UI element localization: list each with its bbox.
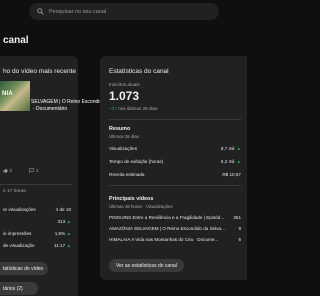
thumbnail-text: NIA bbox=[2, 91, 13, 97]
arrow-up-icon: ▲ bbox=[66, 219, 71, 224]
comments-button[interactable]: tários (2) bbox=[0, 282, 38, 295]
channel-stats-card: Estatísticas do canal Inscritos atuais 1… bbox=[100, 56, 247, 280]
top-video-row[interactable]: HIMALAIA A Vida nas Montanhas do Céu · D… bbox=[109, 237, 241, 245]
top-videos-heading: Principais vídeos bbox=[109, 196, 154, 202]
comment-icon bbox=[29, 168, 35, 173]
search-input[interactable]: Pesquisar no seu canal bbox=[49, 9, 106, 15]
like-icon bbox=[3, 168, 8, 173]
top-video-row[interactable]: PINGUINS Entre a Resiliência e a Fragili… bbox=[109, 215, 241, 223]
metric-row: or visualizações 4 de 10 bbox=[3, 207, 71, 212]
latest-video-header: ho do vídeo mais recente bbox=[3, 68, 76, 75]
like-icon-count: 2 bbox=[3, 168, 21, 174]
comment-icon-count: 1 bbox=[29, 168, 46, 174]
video-title-line1: SELVAGEM | O Reino Escondido bbox=[31, 99, 105, 105]
video-analytics-button[interactable]: tatísticas do vídeo bbox=[0, 262, 48, 275]
arrow-up-icon: ▲ bbox=[66, 231, 71, 236]
video-thumbnail[interactable]: NIA bbox=[0, 81, 30, 111]
channel-analytics-button[interactable]: Ver as estatísticas do canal bbox=[109, 259, 184, 272]
divider bbox=[109, 185, 241, 186]
summary-heading: Resumo bbox=[109, 126, 131, 132]
metric-row: de visualização 11:17 ▲ bbox=[3, 243, 71, 248]
top-videos-period: Últimas 48 horas · Visualizações bbox=[109, 204, 173, 209]
metric-row: io impressões 1,5% ▲ bbox=[3, 231, 71, 236]
channel-stats-title: Estatísticas do canal bbox=[109, 68, 169, 75]
page-title: canal bbox=[3, 35, 29, 46]
summary-period: Últimos 28 dias bbox=[109, 134, 140, 139]
arrow-up-icon: ▲ bbox=[236, 159, 241, 164]
top-bar: Pesquisar no seu canal bbox=[0, 0, 247, 24]
subscribers-count: 1.073 bbox=[109, 89, 140, 103]
video-title-line2: - Documentário bbox=[33, 106, 68, 113]
divider bbox=[0, 184, 72, 185]
summary-row: Receita estimada R$ 10,67 bbox=[109, 172, 241, 177]
search-icon bbox=[37, 8, 44, 15]
video-title[interactable]: SELVAGEM | O Reino Escondido - Documentá… bbox=[31, 99, 105, 113]
summary-row: Tempo de exibição (horas) 5,2 mil ▲ bbox=[109, 159, 241, 164]
summary-row: Visualizações 8,7 mil ▲ bbox=[109, 146, 241, 151]
video-mini-stats: 2 1 bbox=[3, 168, 54, 174]
arrow-up-icon: ▲ bbox=[236, 146, 241, 151]
subscribers-trend: +37 nos últimos 28 dias bbox=[109, 106, 158, 111]
arrow-up-icon: ▲ bbox=[66, 243, 71, 248]
metric-row: 313 ▲ bbox=[57, 219, 72, 224]
latest-video-card: ho do vídeo mais recente NIA SELVAGEM | … bbox=[0, 56, 105, 296]
subscribers-label: Inscritos atuais bbox=[109, 82, 140, 87]
top-video-row[interactable]: AMAZÔNIA SELVAGEM | O Reino Escondido da… bbox=[109, 226, 241, 234]
ranking-label: e 17 horas bbox=[3, 189, 26, 194]
search-bar[interactable]: Pesquisar no seu canal bbox=[29, 3, 219, 20]
divider bbox=[109, 119, 241, 120]
